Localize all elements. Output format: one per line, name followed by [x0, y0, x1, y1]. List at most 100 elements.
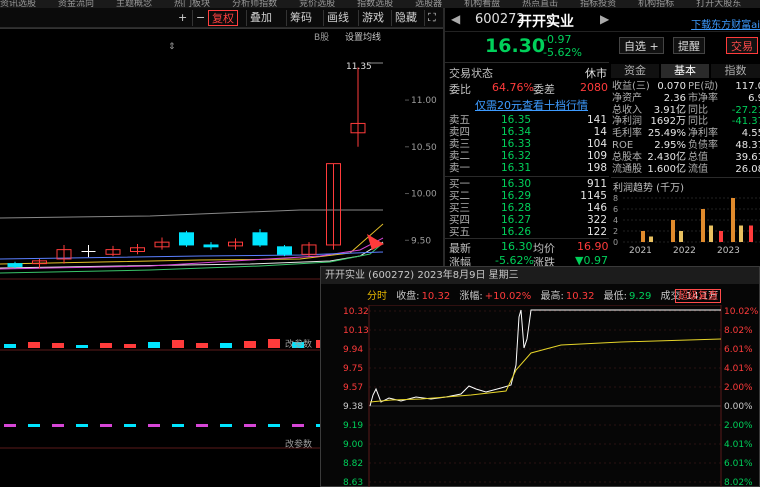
chart-toolbar: + − 复权 叠加 筹码 画线 游戏 隐藏 ⛶: [0, 8, 443, 28]
bid-row[interactable]: 买二 16.29 1145: [447, 190, 607, 202]
bid-label: 买二: [449, 190, 470, 202]
top-menu-item[interactable]: 分析师指数: [232, 0, 277, 8]
avg-value: 16.90: [577, 240, 609, 253]
top-menu-item[interactable]: 竞价选股: [299, 0, 335, 8]
zoom-out-button[interactable]: −: [192, 10, 208, 26]
ask-price: 16.32: [501, 150, 532, 162]
bid-label: 买一: [449, 178, 470, 190]
high-price-label: 11.35: [346, 62, 372, 72]
intraday-y-left: 10.13: [343, 326, 369, 336]
top-menu-item[interactable]: 主题概念: [116, 0, 152, 8]
intraday-y-right: 2.00%: [724, 421, 753, 431]
replay-button[interactable]: 超级复盘: [675, 289, 721, 303]
divider: [445, 62, 609, 63]
annotation-arrow: [367, 234, 384, 250]
download-link[interactable]: 下载东方财富ai: [691, 16, 760, 31]
top-menu-item[interactable]: 指标投资: [580, 0, 616, 8]
top-menu-item[interactable]: 机构指标: [638, 0, 674, 8]
low-value: 9.29: [629, 291, 652, 302]
fundamental-v2: -41.37: [731, 116, 760, 128]
ask-label: 卖三: [449, 138, 470, 150]
ask-price: 16.33: [501, 138, 532, 150]
indicator1-settings[interactable]: 改参数: [285, 337, 312, 350]
fullscreen-icon[interactable]: ⛶: [424, 10, 439, 26]
bid-row[interactable]: 买四 16.27 322: [447, 214, 607, 226]
alert-button[interactable]: 提醒: [673, 37, 705, 54]
trade-button[interactable]: 交易: [726, 37, 758, 54]
indicator-bar: [172, 424, 184, 427]
top-menu-item[interactable]: 热门板块: [174, 0, 210, 8]
top-menu-item[interactable]: 打开大股东: [696, 0, 741, 8]
volume-bar: [220, 343, 232, 348]
top-menu-item[interactable]: 机构看盘: [464, 0, 500, 8]
zoom-in-button[interactable]: +: [175, 10, 190, 26]
ask-row[interactable]: 卖四 16.34 14: [447, 126, 607, 138]
profit-year-label: 2023: [717, 246, 740, 254]
candle: [301, 242, 317, 257]
candle: [326, 163, 341, 250]
volume-bar: [100, 343, 112, 348]
indicator-bar: [220, 424, 232, 427]
fundamental-v1: 3.91亿: [653, 104, 686, 116]
weibi-value: 64.76%: [492, 81, 534, 94]
overlay-button[interactable]: 叠加: [246, 10, 275, 26]
ask-row[interactable]: 卖三 16.33 104: [447, 138, 607, 150]
fundamental-l2: 净利率: [688, 128, 718, 140]
intraday-y-right: 2.00%: [724, 383, 753, 393]
tab-basic[interactable]: 基本: [661, 64, 709, 78]
top-menu-item[interactable]: 热点直击: [522, 0, 558, 8]
bid-price: 16.30: [501, 178, 532, 190]
intraday-y-left: 8.82: [343, 459, 363, 469]
chips-button[interactable]: 筹码: [286, 10, 315, 26]
intraday-y-left: 8.63: [343, 478, 363, 487]
y-tick-label: 10.50: [411, 143, 437, 153]
divider: [611, 177, 760, 178]
top-menu-item[interactable]: 选股器: [415, 0, 442, 8]
y-tick-label: 11.00: [411, 96, 437, 106]
profit-bar: [719, 231, 723, 242]
level2-link[interactable]: 仅需20元查看十档行情: [475, 97, 588, 113]
add-watchlist-button[interactable]: 自选 +: [619, 37, 664, 54]
fundamental-v1: 0.070: [657, 81, 686, 92]
top-menu-item[interactable]: 资金流向: [58, 0, 94, 8]
close-value: 10.32: [421, 291, 451, 302]
y-tick-label: 10.00: [411, 190, 437, 200]
tab-funds[interactable]: 资金: [611, 64, 659, 78]
intraday-tab[interactable]: 分时: [367, 291, 387, 302]
draw-line-button[interactable]: 画线: [323, 10, 352, 26]
trade-status-label: 交易状态: [449, 67, 493, 80]
ask-label: 卖五: [449, 114, 470, 126]
tab-index[interactable]: 指数: [711, 64, 760, 78]
bid-row[interactable]: 买三 16.28 146: [447, 202, 607, 214]
candle: [56, 244, 72, 264]
set-ma-button[interactable]: 设置均线: [345, 30, 381, 43]
profit-y-tick: 2: [613, 227, 618, 236]
weicha-value: 2080: [580, 81, 608, 94]
fundamental-l1: 总收入: [612, 104, 642, 116]
bid-row[interactable]: 买五 16.26 122: [447, 226, 607, 238]
top-menu-item[interactable]: 资讯选股: [0, 0, 36, 8]
zhangfu-popup-label: 涨幅:: [459, 291, 483, 302]
volume-bar: [28, 342, 40, 348]
ask-label: 卖一: [449, 162, 470, 174]
ask-row[interactable]: 卖二 16.32 109: [447, 150, 607, 162]
top-menu-item[interactable]: 指数选股: [357, 0, 393, 8]
fundamental-v1: 25.49%: [647, 128, 686, 140]
indicator2-settings[interactable]: 改参数: [285, 437, 312, 450]
divider: [445, 238, 609, 239]
ask-row[interactable]: 卖一 16.31 198: [447, 162, 607, 174]
game-button[interactable]: 游戏: [358, 10, 387, 26]
collapse-icon[interactable]: ⇕: [168, 42, 176, 52]
profit-bar: [701, 209, 705, 242]
ask-row[interactable]: 卖五 16.35 141: [447, 114, 607, 126]
bid-row[interactable]: 买一 16.30 911: [447, 178, 607, 190]
prev-stock-icon[interactable]: ◀: [451, 12, 460, 26]
profit-y-tick: 4: [613, 216, 618, 225]
intraday-popup[interactable]: 开开实业 (600272) 2023年8月9日 星期三 分时 收盘: 10.32 …: [320, 266, 760, 487]
volume-bar: [268, 339, 280, 348]
hide-button[interactable]: 隐藏: [391, 10, 420, 26]
next-stock-icon[interactable]: ▶: [600, 12, 609, 26]
fuquan-button[interactable]: 复权: [208, 10, 238, 26]
fundamental-v2: -27.21: [731, 104, 760, 116]
close-label: 收盘:: [396, 291, 420, 302]
